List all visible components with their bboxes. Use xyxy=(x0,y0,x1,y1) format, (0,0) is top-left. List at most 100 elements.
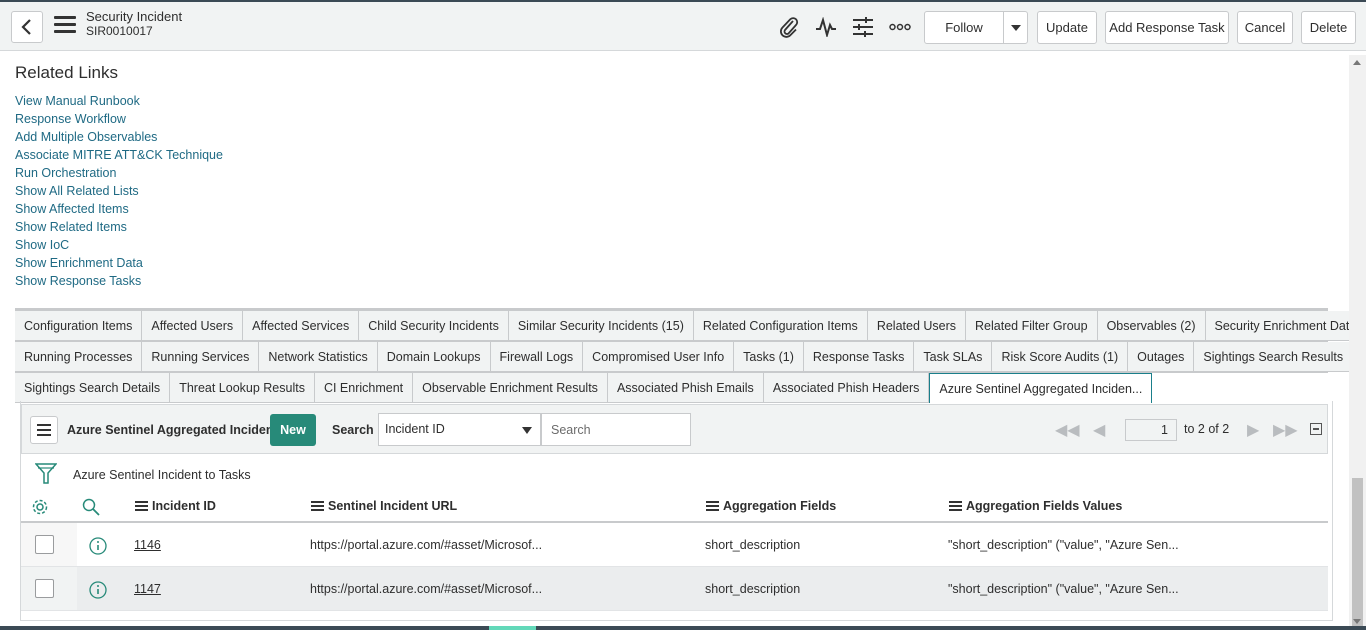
tab-configuration-items[interactable]: Configuration Items xyxy=(15,311,143,341)
tab-network-statistics[interactable]: Network Statistics xyxy=(259,342,378,372)
page-scrollbar[interactable] xyxy=(1349,55,1366,630)
page-number-input[interactable]: 1 xyxy=(1125,419,1177,441)
aggregation-fields-cell: short_description xyxy=(705,582,801,596)
tab-domain-lookups[interactable]: Domain Lookups xyxy=(377,342,491,372)
caret-down-icon xyxy=(1010,24,1021,31)
search-input[interactable] xyxy=(541,413,691,446)
link-show-ioc[interactable]: Show IoC xyxy=(15,236,223,254)
tab-sightings-search-results[interactable]: Sightings Search Results xyxy=(1194,342,1354,372)
next-page-icon[interactable]: ▶ xyxy=(1247,420,1259,440)
tab-sightings-search-details[interactable]: Sightings Search Details xyxy=(15,373,171,403)
tab-firewall-logs[interactable]: Firewall Logs xyxy=(490,342,584,372)
link-associate-mitre[interactable]: Associate MITRE ATT&CK Technique xyxy=(15,146,223,164)
column-menu-icon[interactable] xyxy=(135,499,148,513)
row-checkbox[interactable] xyxy=(35,579,54,598)
info-icon[interactable] xyxy=(89,581,107,599)
tab-compromised-user-info[interactable]: Compromised User Info xyxy=(583,342,735,372)
settings-sliders-icon[interactable] xyxy=(850,15,876,39)
sentinel-url-cell: https://portal.azure.com/#asset/Microsof… xyxy=(310,582,543,596)
delete-button[interactable]: Delete xyxy=(1301,11,1356,44)
link-show-related-items[interactable]: Show Related Items xyxy=(15,218,223,236)
update-button[interactable]: Update xyxy=(1037,11,1097,44)
tab-row: Running Processes Running Services Netwo… xyxy=(15,341,1354,372)
column-aggregation-fields[interactable]: Aggregation Fields xyxy=(706,499,836,513)
scroll-thumb[interactable] xyxy=(1352,478,1363,630)
tab-ci-enrichment[interactable]: CI Enrichment xyxy=(314,373,414,403)
row-checkbox[interactable] xyxy=(35,535,54,554)
paperclip-icon[interactable] xyxy=(776,15,802,39)
list-menu-button[interactable] xyxy=(30,416,58,444)
tab-observable-enrichment-results[interactable]: Observable Enrichment Results xyxy=(413,373,608,403)
column-menu-icon[interactable] xyxy=(949,499,962,513)
incident-id-link[interactable]: 1147 xyxy=(134,582,161,596)
page-count: to 2 of 2 xyxy=(1184,422,1230,436)
add-response-task-button[interactable]: Add Response Task xyxy=(1105,11,1229,44)
search-field-select[interactable]: Incident ID xyxy=(378,413,541,446)
filter-text[interactable]: Azure Sentinel Incident to Tasks xyxy=(73,468,251,482)
scroll-down-icon[interactable] xyxy=(1353,619,1361,624)
link-view-manual-runbook[interactable]: View Manual Runbook xyxy=(15,92,223,110)
collapse-icon[interactable] xyxy=(1310,423,1322,435)
tab-related-filter-group[interactable]: Related Filter Group xyxy=(966,311,1098,341)
table-row: 1147 https://portal.azure.com/#asset/Mic… xyxy=(21,567,1328,611)
column-menu-icon[interactable] xyxy=(311,499,324,513)
aggregation-fields-cell: short_description xyxy=(705,538,801,552)
activity-icon[interactable] xyxy=(813,15,839,39)
column-incident-id[interactable]: Incident ID xyxy=(135,499,216,513)
link-show-affected-items[interactable]: Show Affected Items xyxy=(15,200,223,218)
back-button[interactable] xyxy=(11,11,43,43)
first-page-icon[interactable]: ◀◀ xyxy=(1055,420,1080,440)
new-button[interactable]: New xyxy=(270,414,316,446)
caret-down-icon xyxy=(522,427,532,434)
link-show-all-related-lists[interactable]: Show All Related Lists xyxy=(15,182,223,200)
last-page-icon[interactable]: ▶▶ xyxy=(1273,420,1298,440)
tab-similar-security-incidents[interactable]: Similar Security Incidents (15) xyxy=(508,311,694,341)
cancel-button[interactable]: Cancel xyxy=(1237,11,1293,44)
column-aggregation-fields-values[interactable]: Aggregation Fields Values xyxy=(949,499,1122,513)
tab-task-slas[interactable]: Task SLAs xyxy=(914,342,993,372)
follow-dropdown-button[interactable] xyxy=(1003,11,1028,44)
tab-response-tasks[interactable]: Response Tasks xyxy=(803,342,915,372)
search-label: Search xyxy=(332,423,374,437)
tab-related-configuration-items[interactable]: Related Configuration Items xyxy=(693,311,868,341)
tab-azure-sentinel-aggregated-incidents[interactable]: Azure Sentinel Aggregated Inciden... xyxy=(929,373,1153,403)
incident-id-link[interactable]: 1146 xyxy=(134,538,161,552)
form-header: Security Incident SIR0010017 Follow Upda… xyxy=(0,0,1366,51)
tab-child-security-incidents[interactable]: Child Security Incidents xyxy=(359,311,509,341)
tab-running-services[interactable]: Running Services xyxy=(142,342,260,372)
filter-icon[interactable] xyxy=(35,462,57,486)
link-show-response-tasks[interactable]: Show Response Tasks xyxy=(15,272,223,290)
tab-row: Sightings Search Details Threat Lookup R… xyxy=(15,372,1328,403)
menu-icon[interactable] xyxy=(54,16,76,36)
tab-outages[interactable]: Outages xyxy=(1128,342,1195,372)
tab-related-users[interactable]: Related Users xyxy=(867,311,967,341)
bottom-status-bar xyxy=(0,626,1366,630)
tab-associated-phish-emails[interactable]: Associated Phish Emails xyxy=(607,373,764,403)
tab-risk-score-audits[interactable]: Risk Score Audits (1) xyxy=(992,342,1129,372)
follow-button[interactable]: Follow xyxy=(924,11,1004,44)
checkbox-cell xyxy=(21,567,77,610)
link-show-enrichment-data[interactable]: Show Enrichment Data xyxy=(15,254,223,272)
gear-icon[interactable] xyxy=(31,498,49,516)
info-icon[interactable] xyxy=(89,537,107,555)
tab-tasks[interactable]: Tasks (1) xyxy=(734,342,804,372)
scroll-up-icon[interactable] xyxy=(1353,60,1361,65)
tab-affected-users[interactable]: Affected Users xyxy=(142,311,244,341)
link-response-workflow[interactable]: Response Workflow xyxy=(15,110,223,128)
previous-page-icon[interactable]: ◀ xyxy=(1093,420,1105,440)
tab-security-enrichment-data[interactable]: Security Enrichment Data xyxy=(1205,311,1366,341)
more-icon[interactable] xyxy=(887,15,913,39)
tab-threat-lookup-results[interactable]: Threat Lookup Results xyxy=(170,373,315,403)
related-links-list: View Manual Runbook Response Workflow Ad… xyxy=(15,92,223,290)
tab-running-processes[interactable]: Running Processes xyxy=(15,342,143,372)
column-sentinel-incident-url[interactable]: Sentinel Incident URL xyxy=(311,499,457,513)
column-menu-icon[interactable] xyxy=(706,499,719,513)
tab-affected-services[interactable]: Affected Services xyxy=(243,311,360,341)
tab-observables[interactable]: Observables (2) xyxy=(1097,311,1206,341)
link-run-orchestration[interactable]: Run Orchestration xyxy=(15,164,223,182)
menu-icon xyxy=(37,424,51,436)
search-icon[interactable] xyxy=(82,498,100,516)
search-field-value: Incident ID xyxy=(385,422,445,436)
tab-associated-phish-headers[interactable]: Associated Phish Headers xyxy=(763,373,930,403)
link-add-multiple-observables[interactable]: Add Multiple Observables xyxy=(15,128,223,146)
